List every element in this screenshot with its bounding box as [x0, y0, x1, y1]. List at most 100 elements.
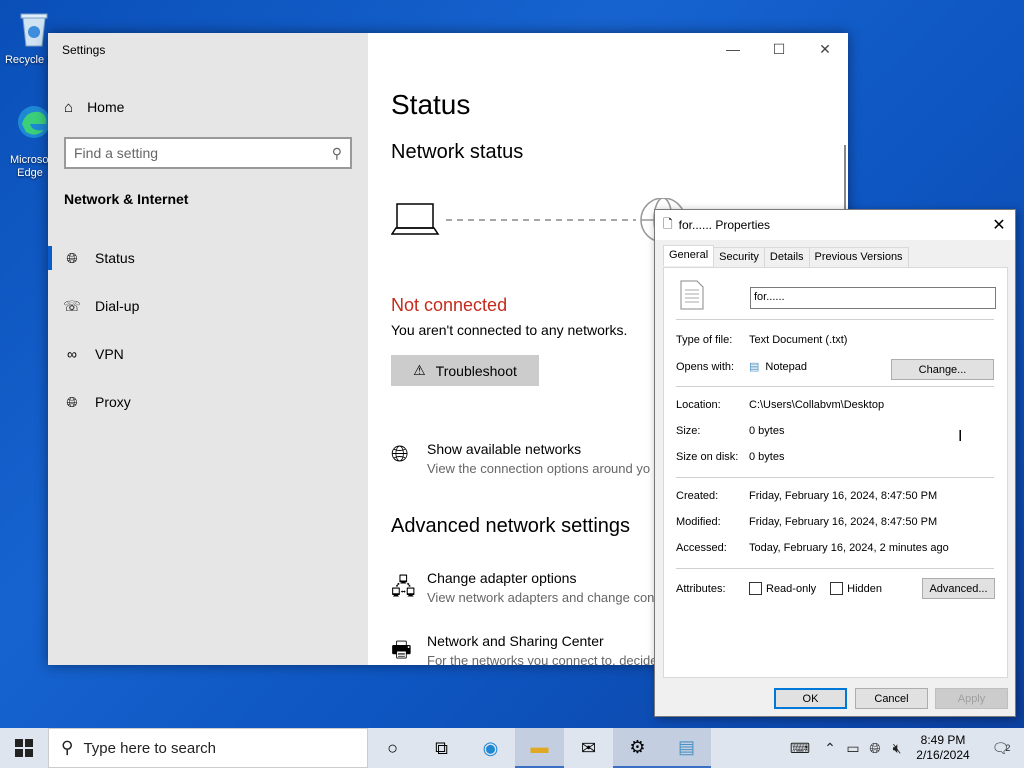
adapter-icon: 🖧	[391, 574, 416, 599]
device-icon[interactable]: ▭	[842, 740, 864, 757]
sidebar-item-proxy[interactable]: 🌐︎ Proxy	[48, 382, 368, 422]
sidebar-item-status[interactable]: 🌐︎ Status	[48, 238, 368, 278]
advanced-button[interactable]: Advanced...	[922, 578, 995, 599]
vpn-icon: ∞	[67, 346, 77, 362]
warning-icon: ⚠	[413, 362, 426, 378]
separator	[676, 386, 994, 387]
ok-button[interactable]: OK	[774, 688, 847, 709]
tab-general[interactable]: General	[663, 245, 715, 266]
accessed-label: Accessed:	[676, 542, 727, 554]
accessed-value: Today, February 16, 2024, 2 minutes ago	[749, 542, 949, 554]
type-value: Text Document (.txt)	[749, 334, 848, 346]
troubleshoot-button[interactable]: ⚠ Troubleshoot	[391, 355, 539, 386]
tab-previous-versions[interactable]: Previous Versions	[808, 247, 909, 268]
network-icon[interactable]: 🌐︎	[864, 740, 886, 757]
close-button[interactable]: ✕	[983, 215, 1015, 235]
globe-icon: 🌐︎	[66, 393, 78, 410]
dialog-titlebar: 🗋 for...... Properties ✕	[655, 210, 1015, 240]
network-status-heading: Network status	[391, 141, 524, 163]
apply-button[interactable]: Apply	[935, 688, 1008, 709]
mail-icon: ✉	[580, 737, 597, 758]
cortana-icon: ○	[387, 737, 398, 758]
start-button[interactable]	[0, 728, 48, 768]
option-desc: View the connection options around yo	[427, 461, 651, 476]
search-icon: ⚲	[61, 738, 74, 757]
system-tray: ⌨ ⌃ ▭ 🌐︎ 🔇︎ 8:49 PM 2/16/2024 🗨 2	[782, 728, 1024, 768]
modified-row: Modified: Friday, February 16, 2024, 8:47…	[676, 516, 937, 528]
globe-icon: 🌐︎	[66, 249, 78, 266]
checkbox-box	[749, 582, 762, 595]
laptop-icon	[391, 203, 440, 235]
dialog-title: for...... Properties	[678, 218, 771, 232]
notification-count: 2	[1005, 743, 1011, 753]
home-link[interactable]: ⌂ Home	[64, 97, 124, 117]
readonly-label: Read-only	[766, 582, 817, 595]
created-value: Friday, February 16, 2024, 8:47:50 PM	[749, 490, 938, 502]
settings-sidebar: Settings ⌂ Home Find a setting ⚲ Network…	[48, 33, 368, 665]
settings-taskbar-button[interactable]: ⚙	[613, 728, 662, 768]
search-placeholder: Find a setting	[74, 145, 159, 161]
type-row: Type of file: Text Document (.txt)	[676, 334, 847, 346]
separator	[676, 568, 994, 569]
edge-icon: ◉	[482, 737, 499, 758]
sidebar-item-label: Proxy	[95, 394, 131, 410]
page-title: Status	[391, 89, 471, 120]
folder-icon: ▬	[530, 736, 549, 757]
cancel-button[interactable]: Cancel	[855, 688, 928, 709]
windows-logo-icon	[15, 739, 33, 757]
recycle-bin-icon	[16, 8, 52, 47]
task-view-button[interactable]: ⧉	[417, 728, 466, 768]
notepad-icon: ▤	[749, 361, 760, 373]
option-title: Show available networks	[427, 441, 582, 457]
cortana-button[interactable]: ○	[368, 728, 417, 768]
general-panel: for...... Type of file: Text Document (.t…	[663, 267, 1008, 678]
readonly-checkbox[interactable]: Read-only	[749, 582, 816, 595]
change-button[interactable]: Change...	[891, 359, 994, 380]
sharing-icon: 🖶	[391, 637, 412, 662]
created-label: Created:	[676, 490, 719, 502]
opens-row: Opens with: ▤ Notepad	[676, 360, 807, 374]
volume-muted-icon[interactable]: 🔇︎	[886, 740, 908, 757]
taskbar-search-box[interactable]: ⚲ Type here to search	[48, 728, 368, 768]
search-icon: ⚲	[331, 144, 342, 161]
option-desc: For the networks you connect to, decide	[427, 653, 658, 665]
size-value: 0 bytes	[749, 425, 785, 437]
location-label: Location:	[676, 399, 721, 411]
tab-security[interactable]: Security	[713, 247, 765, 268]
home-icon: ⌂	[64, 98, 74, 116]
sharing-center-option[interactable]: 🖶 Network and Sharing Center For the net…	[391, 633, 658, 665]
clock[interactable]: 8:49 PM 2/16/2024	[908, 733, 978, 763]
gear-icon: ⚙	[629, 736, 646, 757]
separator	[676, 319, 994, 320]
filename-field[interactable]: for......	[750, 287, 996, 309]
troubleshoot-label: Troubleshoot	[435, 362, 517, 379]
created-row: Created: Friday, February 16, 2024, 8:47:…	[676, 490, 937, 502]
sidebar-item-label: Status	[95, 250, 135, 266]
hidden-checkbox[interactable]: Hidden	[830, 582, 882, 595]
sidebar-item-dialup[interactable]: ☏ Dial-up	[48, 286, 368, 326]
notepad-taskbar-button[interactable]: ▤	[662, 728, 711, 768]
task-view-icon: ⧉	[435, 737, 448, 758]
date: 2/16/2024	[916, 748, 970, 762]
globe-network-icon: 🌐︎	[391, 441, 409, 466]
not-connected-status: Not connected	[391, 295, 508, 315]
keyboard-icon[interactable]: ⌨	[782, 740, 818, 757]
notification-button[interactable]: 🗨 2	[978, 740, 1024, 757]
mail-taskbar-button[interactable]: ✉	[564, 728, 613, 768]
text-file-icon	[680, 280, 704, 310]
tab-details[interactable]: Details	[763, 247, 810, 268]
file-explorer-taskbar-button[interactable]: ▬	[515, 728, 564, 768]
home-label: Home	[87, 99, 125, 115]
edge-taskbar-button[interactable]: ◉	[466, 728, 515, 768]
find-setting-input[interactable]: Find a setting ⚲	[64, 137, 352, 169]
location-value: C:\Users\Collabvm\Desktop	[749, 399, 885, 411]
show-networks-option[interactable]: 🌐︎ Show available networks View the conn…	[391, 441, 650, 476]
checkbox-box	[830, 582, 844, 595]
category-heading: Network & Internet	[64, 191, 189, 207]
text-cursor-icon: I	[958, 428, 963, 445]
edge-icon	[16, 104, 52, 140]
not-connected-desc: You aren't connected to any networks.	[391, 322, 628, 338]
chevron-up-icon[interactable]: ⌃	[818, 740, 842, 757]
sidebar-item-vpn[interactable]: ∞ VPN	[48, 334, 368, 374]
change-adapter-option[interactable]: 🖧 Change adapter options View network ad…	[391, 570, 654, 608]
